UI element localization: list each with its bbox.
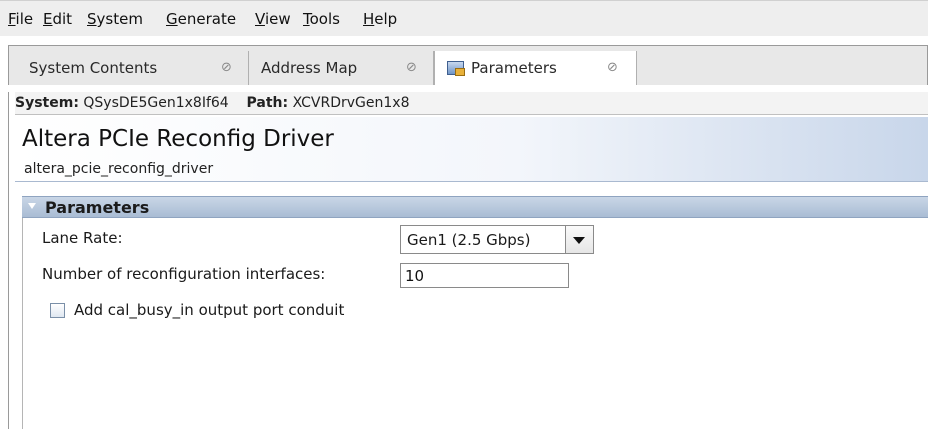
tab-address-map[interactable]: Address Map ⊘ — [249, 51, 434, 85]
parameters-group-header[interactable]: Parameters — [22, 196, 928, 218]
collapse-triangle-icon[interactable] — [28, 203, 36, 209]
editor-tab-strip: System Contents ⊘ Address Map ⊘ Paramete… — [8, 45, 928, 85]
cal-busy-checkbox[interactable] — [50, 303, 65, 318]
num-interfaces-label: Number of reconfiguration interfaces: — [42, 265, 326, 283]
component-header: Altera PCIe Reconfig Driver altera_pcie_… — [15, 117, 928, 182]
path-value: XCVRDrvGen1x8 — [292, 95, 410, 111]
menu-tools[interactable]: Tools — [303, 10, 340, 28]
tab-label: Address Map — [261, 59, 358, 77]
lane-rate-select[interactable]: Gen1 (2.5 Gbps) — [400, 225, 594, 254]
component-name: altera_pcie_reconfig_driver — [24, 161, 214, 177]
parameters-icon — [447, 61, 465, 76]
lane-rate-label: Lane Rate: — [42, 229, 123, 247]
chevron-down-icon[interactable] — [565, 226, 593, 253]
menu-edit[interactable]: Edit — [43, 10, 72, 28]
system-label: System: — [15, 95, 79, 111]
menu-help[interactable]: Help — [363, 10, 397, 28]
menu-file[interactable]: File — [8, 10, 33, 28]
tab-system-contents[interactable]: System Contents ⊘ — [17, 51, 249, 85]
component-title: Altera PCIe Reconfig Driver — [22, 126, 334, 152]
system-value: QSysDE5Gen1x8If64 — [83, 95, 229, 111]
menu-view[interactable]: View — [255, 10, 291, 28]
menu-bar: File Edit System Generate View Tools Hel… — [0, 0, 928, 36]
path-label: Path: — [246, 95, 289, 111]
path-bar: System: QSysDE5Gen1x8If64 Path: XCVRDrvG… — [15, 92, 928, 115]
tab-label: Parameters — [471, 59, 557, 77]
num-interfaces-input[interactable] — [400, 263, 569, 288]
group-title: Parameters — [45, 198, 150, 217]
close-icon[interactable]: ⊘ — [607, 51, 618, 85]
menu-system[interactable]: System — [87, 10, 143, 28]
tab-label: System Contents — [29, 59, 158, 77]
menu-generate[interactable]: Generate — [166, 10, 236, 28]
close-icon[interactable]: ⊘ — [221, 51, 232, 85]
lane-rate-value: Gen1 (2.5 Gbps) — [407, 231, 531, 249]
tab-parameters[interactable]: Parameters ⊘ — [434, 51, 637, 85]
close-icon[interactable]: ⊘ — [406, 51, 417, 85]
cal-busy-label: Add cal_busy_in output port conduit — [74, 301, 345, 319]
panel-border — [8, 92, 9, 429]
